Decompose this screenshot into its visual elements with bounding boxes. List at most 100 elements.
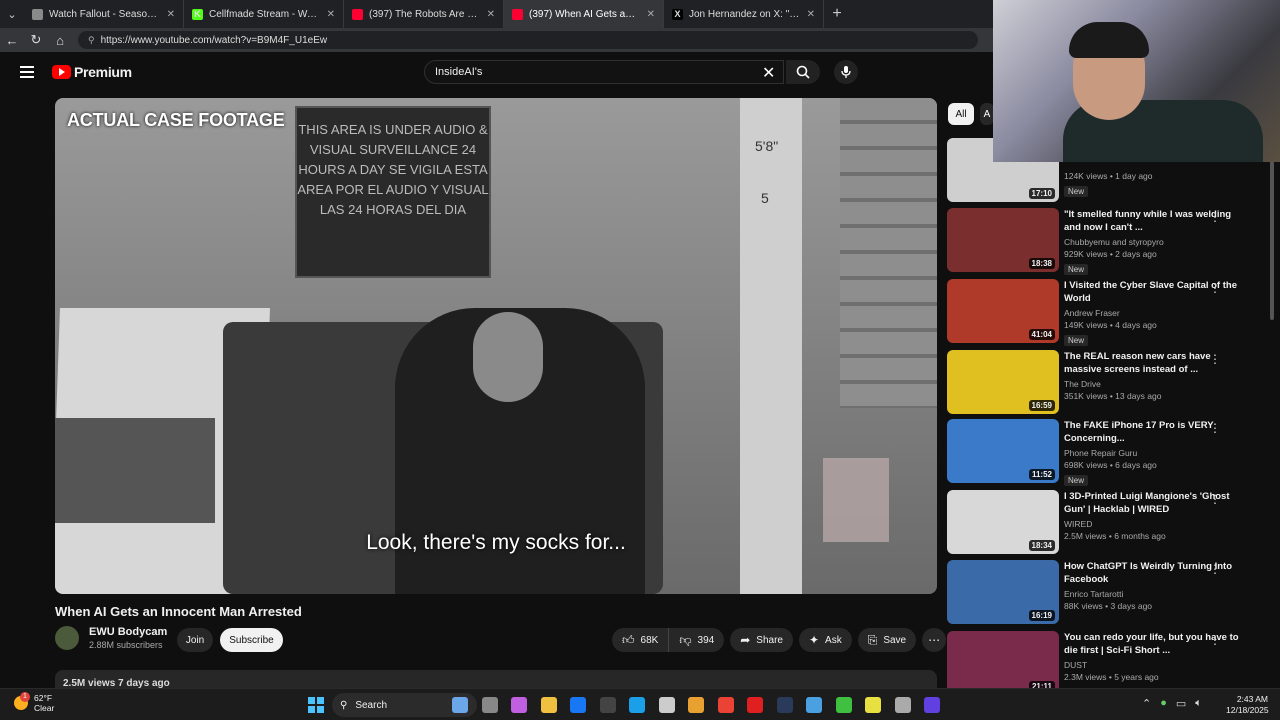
settings-icon[interactable] xyxy=(806,697,822,713)
recommendation-thumbnail[interactable]: 16:19 xyxy=(947,560,1059,624)
widgets-icon[interactable] xyxy=(452,697,468,713)
recommendation-channel[interactable]: Enrico Tartarotti xyxy=(1064,589,1242,599)
url-field[interactable]: ⚲ https://www.youtube.com/watch?v=B9M4F_… xyxy=(78,31,978,49)
ask-button[interactable]: ✦ Ask xyxy=(798,628,852,652)
recommendation-thumbnail[interactable]: 41:04 xyxy=(947,279,1059,343)
channel-avatar[interactable] xyxy=(55,626,79,650)
copilot-icon[interactable] xyxy=(511,697,527,713)
tray-app-icon[interactable]: ● xyxy=(1160,697,1167,710)
file-explorer-icon[interactable] xyxy=(540,697,557,713)
url-text: https://www.youtube.com/watch?v=B9M4F_U1… xyxy=(100,34,328,46)
new-tab-button[interactable]: + xyxy=(824,5,850,23)
tab-close-icon[interactable]: ✕ xyxy=(807,9,815,20)
chevron-up-icon[interactable]: ⌃ xyxy=(1142,697,1151,710)
channel-name[interactable]: EWU Bodycam xyxy=(89,626,167,638)
more-vert-icon[interactable]: ⋮ xyxy=(1209,421,1221,435)
more-vert-icon[interactable]: ⋮ xyxy=(1209,633,1221,647)
search-button[interactable] xyxy=(786,60,820,84)
recommendation-thumbnail[interactable]: 18:38 xyxy=(947,208,1059,272)
more-vert-icon[interactable]: ⋮ xyxy=(1209,281,1221,295)
browser-tab[interactable]: K Cellfmade Stream - Watch Live ✕ xyxy=(184,0,344,28)
recommendation-channel[interactable]: Andrew Fraser xyxy=(1064,308,1242,318)
chip-all[interactable]: All xyxy=(948,103,974,125)
weather-widget[interactable]: 1 62°F Clear xyxy=(14,692,54,713)
voice-search-button[interactable] xyxy=(834,60,858,84)
start-button[interactable] xyxy=(308,697,324,713)
save-button[interactable]: ⎘ Save xyxy=(857,628,917,652)
tab-close-icon[interactable]: ✕ xyxy=(327,9,335,20)
browser-tab[interactable]: (397) When AI Gets an Innocent ✕ xyxy=(504,0,664,28)
site-info-icon[interactable]: ⚲ xyxy=(88,35,95,46)
youtube-icon[interactable] xyxy=(747,697,763,713)
browser-tab[interactable]: X Jon Hernandez on X: "So this guy ✕ xyxy=(664,0,824,28)
dislike-button[interactable]: 👎︎ 394 xyxy=(669,628,725,652)
chip-second[interactable]: A xyxy=(980,103,994,125)
more-vert-icon[interactable]: ⋮ xyxy=(1209,352,1221,366)
facebook-icon[interactable] xyxy=(570,697,586,713)
tab-label: (397) The Robots Are Crashing Out xyxy=(369,8,481,20)
more-vert-icon[interactable]: ⋮ xyxy=(1209,562,1221,576)
sparkle-icon: ✦ xyxy=(808,633,820,647)
recommendation-channel[interactable]: Chubbyemu and styropyro xyxy=(1064,237,1242,247)
video-player[interactable]: THIS AREA IS UNDER AUDIO & VISUAL SURVEI… xyxy=(55,98,937,594)
dislike-count: 394 xyxy=(697,634,715,646)
recommendation-item[interactable]: 21:11 You can redo your life, but you hav… xyxy=(947,631,1257,695)
sidebar-scrollbar[interactable] xyxy=(1270,160,1274,320)
app-icon[interactable] xyxy=(924,697,940,713)
browser-tab[interactable]: (397) The Robots Are Crashing Out ✕ xyxy=(344,0,504,28)
recommendation-item[interactable]: 41:04 I Visited the Cyber Slave Capital o… xyxy=(947,279,1257,346)
video-frame-height-chart xyxy=(740,98,802,594)
recommendation-item[interactable]: 16:19 How ChatGPT Is Weirdly Turning Into… xyxy=(947,560,1257,624)
menu-icon[interactable] xyxy=(20,66,34,78)
home-icon[interactable]: ⌂ xyxy=(48,33,72,48)
clock[interactable]: 2:43 AM 12/18/2025 xyxy=(1226,694,1269,716)
like-button[interactable]: 👍︎ 68K xyxy=(612,628,670,652)
recommendation-thumbnail[interactable]: 18:34 xyxy=(947,490,1059,554)
recommendation-channel[interactable]: WIRED xyxy=(1064,519,1242,529)
recommendation-thumbnail[interactable]: 21:11 xyxy=(947,631,1059,695)
recommendation-item[interactable]: 18:34 I 3D-Printed Luigi Mangione's 'Ghos… xyxy=(947,490,1257,554)
thumbs-down-icon: 👎︎ xyxy=(679,632,692,647)
tab-list-chevron-icon[interactable]: ⌄ xyxy=(0,8,24,21)
recommendation-thumbnail[interactable]: 16:59 xyxy=(947,350,1059,414)
tab-favicon-icon: K xyxy=(192,8,203,20)
search-input[interactable] xyxy=(435,66,755,78)
reload-icon[interactable]: ↻ xyxy=(24,32,48,48)
amazon-icon[interactable] xyxy=(599,697,616,713)
more-actions-button[interactable]: ⋯ xyxy=(922,628,947,652)
vlc-icon[interactable] xyxy=(717,697,734,713)
recommendation-thumbnail[interactable]: 11:52 xyxy=(947,419,1059,483)
calculator-icon[interactable] xyxy=(658,697,675,713)
share-button[interactable]: ➦ Share xyxy=(730,628,793,652)
recommendation-channel[interactable]: Phone Repair Guru xyxy=(1064,448,1242,458)
obs-icon[interactable] xyxy=(894,697,911,713)
clear-search-icon[interactable]: ✕ xyxy=(762,63,775,83)
task-view-icon[interactable] xyxy=(481,697,498,713)
steam-icon[interactable] xyxy=(776,697,793,713)
recommendation-channel[interactable]: The Drive xyxy=(1064,379,1242,389)
search-box[interactable] xyxy=(424,60,784,84)
more-vert-icon[interactable]: ⋮ xyxy=(1209,492,1221,506)
edge-icon[interactable] xyxy=(629,697,645,713)
volume-icon[interactable]: 🔈︎ xyxy=(1195,697,1202,710)
more-vert-icon[interactable]: ⋮ xyxy=(1209,210,1221,224)
bookmark-icon: ⎘ xyxy=(867,632,878,647)
tab-close-icon[interactable]: ✕ xyxy=(487,9,495,20)
network-icon[interactable]: ▭ xyxy=(1176,697,1186,710)
join-button[interactable]: Join xyxy=(177,628,213,652)
tab-close-icon[interactable]: ✕ xyxy=(647,9,655,20)
tab-close-icon[interactable]: ✕ xyxy=(167,9,175,20)
notes-icon[interactable] xyxy=(865,697,881,713)
recommendation-item[interactable]: 11:52 The FAKE iPhone 17 Pro is VERY Conc… xyxy=(947,419,1257,486)
xbox-icon[interactable] xyxy=(835,697,852,713)
subscribe-button[interactable]: Subscribe xyxy=(220,628,283,652)
recommendation-meta: 88K views • 3 days ago xyxy=(1064,601,1153,611)
recommendation-item[interactable]: 18:38 "It smelled funny while I was weldi… xyxy=(947,208,1257,275)
recommendation-meta: 698K views • 6 days ago xyxy=(1064,460,1157,470)
back-icon[interactable]: ← xyxy=(0,33,24,48)
chrome-icon[interactable] xyxy=(688,697,704,713)
recommendation-item[interactable]: 16:59 The REAL reason new cars have massi… xyxy=(947,350,1257,414)
recommendation-channel[interactable]: DUST xyxy=(1064,660,1242,670)
youtube-logo[interactable]: Premium xyxy=(52,64,132,80)
browser-tab[interactable]: Watch Fallout - Season 2 | Prime Vi ✕ xyxy=(24,0,184,28)
